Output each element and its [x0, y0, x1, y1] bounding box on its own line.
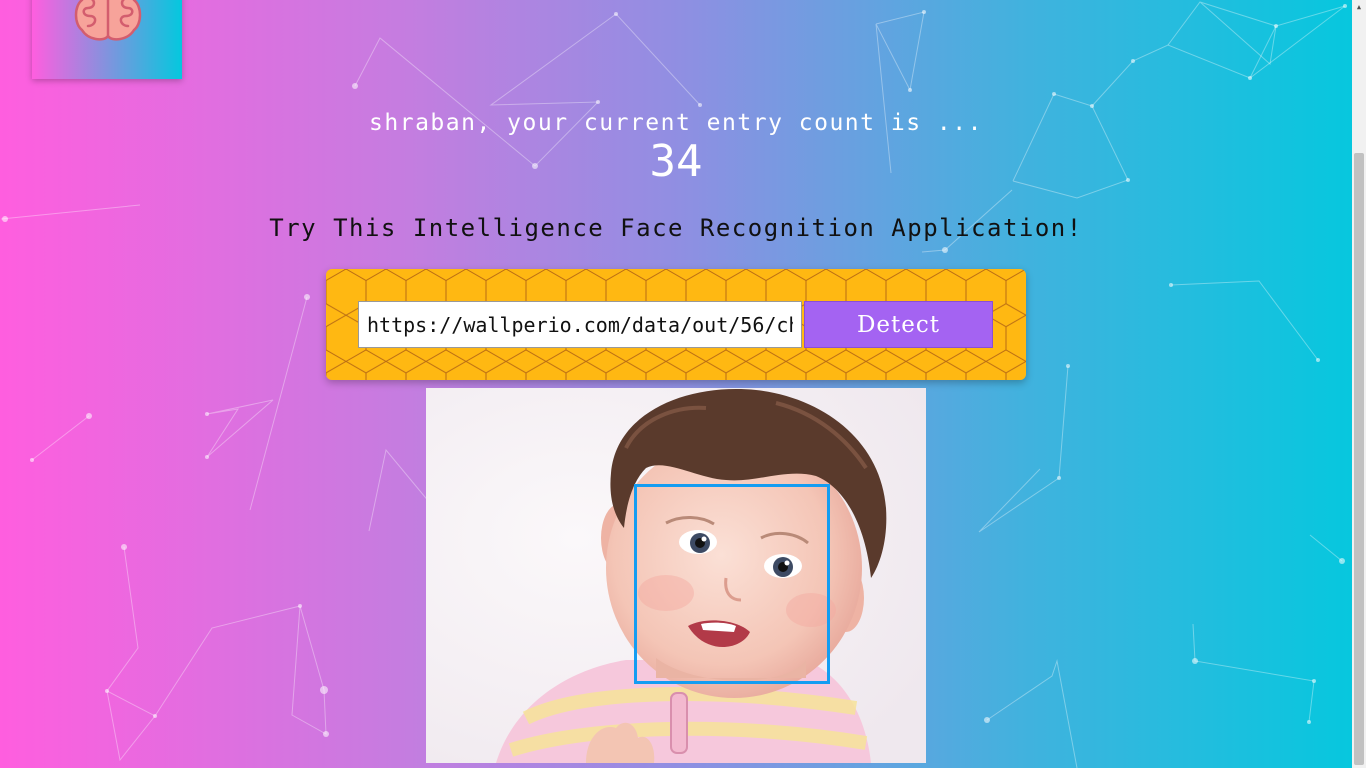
brain-icon [74, 0, 142, 41]
logo-card[interactable] [32, 0, 182, 79]
vertical-scrollbar[interactable]: ▲ [1352, 0, 1366, 768]
image-url-input[interactable] [358, 301, 802, 348]
scroll-up-arrow-icon[interactable]: ▲ [1352, 0, 1366, 14]
entry-count-value: 34 [649, 136, 703, 187]
entry-count-greeting: shraban, your current entry count is ... [369, 110, 983, 136]
detect-button[interactable]: Detect [804, 301, 993, 348]
scroll-thumb[interactable] [1354, 153, 1364, 765]
face-bounding-box [634, 484, 830, 684]
intro-text: Try This Intelligence Face Recognition A… [269, 214, 1083, 242]
